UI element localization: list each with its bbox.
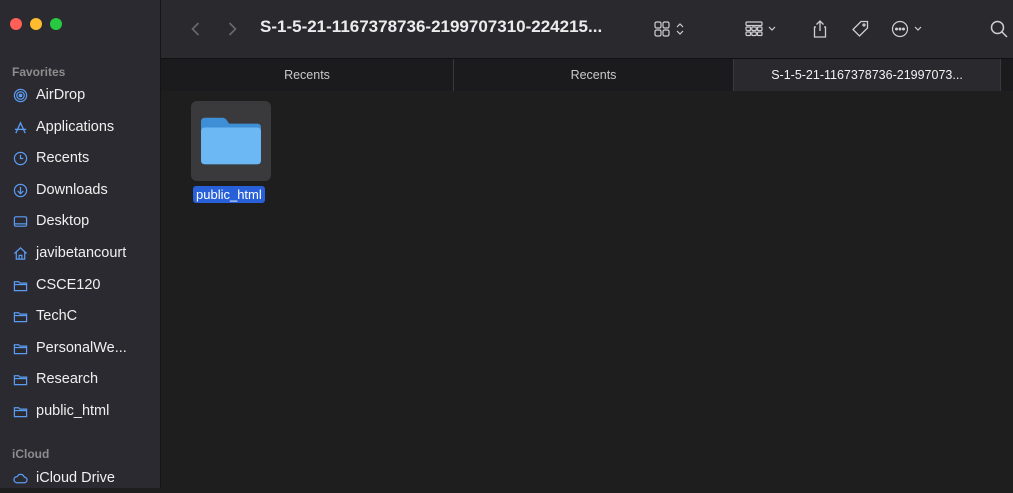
sidebar-item-recents[interactable]: Recents	[12, 143, 158, 173]
share-button[interactable]	[809, 18, 831, 40]
sidebar-item-label: javibetancourt	[36, 245, 127, 261]
more-actions-button[interactable]	[890, 18, 930, 40]
sidebar-item-label: TechC	[36, 308, 78, 324]
finder-window: Favorites AirDrop Applications Recents D…	[0, 0, 1013, 488]
sidebar-item-label: Desktop	[36, 213, 90, 229]
search-icon	[990, 20, 1008, 38]
desktop-icon	[12, 213, 28, 229]
sidebar-item-personalwe[interactable]: PersonalWe...	[12, 333, 158, 363]
folder-icon	[12, 277, 28, 293]
tab-current-folder[interactable]: S-1-5-21-1167378736-21997073...	[734, 59, 1001, 91]
view-mode-button[interactable]	[652, 18, 692, 40]
sidebar-item-label: Downloads	[36, 182, 108, 198]
folder-thumbnail[interactable]	[191, 101, 271, 181]
sidebar-item-applications[interactable]: Applications	[12, 112, 158, 142]
chevron-left-icon	[191, 22, 200, 36]
sidebar-item-label: Applications	[36, 119, 115, 135]
folder-item-public-html[interactable]: public_html	[191, 101, 273, 204]
download-icon	[12, 182, 28, 198]
sidebar-item-icloud-drive[interactable]: iCloud Drive	[12, 463, 158, 493]
file-browser-content: public_html	[161, 91, 1013, 488]
sidebar: Favorites AirDrop Applications Recents D…	[0, 0, 161, 488]
sidebar-item-label: CSCE120	[36, 277, 101, 293]
sidebar-item-label: Recents	[36, 150, 90, 166]
sidebar-item-public-html[interactable]: public_html	[12, 396, 158, 426]
sidebar-section-favorites: Favorites	[12, 65, 66, 79]
sidebar-item-techc[interactable]: TechC	[12, 301, 158, 331]
sidebar-item-label: AirDrop	[36, 87, 86, 103]
folder-icon	[12, 371, 28, 387]
sidebar-item-downloads[interactable]: Downloads	[12, 175, 158, 205]
folder-name-label[interactable]: public_html	[193, 186, 265, 203]
window-title: S-1-5-21-1167378736-2199707310-224215...	[260, 17, 603, 36]
sidebar-item-csce120[interactable]: CSCE120	[12, 270, 158, 300]
tab-bar: Recents Recents S-1-5-21-1167378736-2199…	[161, 58, 1013, 92]
toolbar: S-1-5-21-1167378736-2199707310-224215...	[161, 0, 1013, 58]
airdrop-icon	[12, 87, 28, 103]
folder-icon	[12, 403, 28, 419]
sidebar-item-desktop[interactable]: Desktop	[12, 206, 158, 236]
folder-icon	[12, 340, 28, 356]
sidebar-item-label: iCloud Drive	[36, 470, 115, 486]
folder-icon	[201, 117, 261, 165]
search-button[interactable]	[988, 18, 1010, 40]
window-controls	[10, 18, 62, 30]
tag-button[interactable]	[849, 18, 871, 40]
home-icon	[12, 245, 28, 261]
sidebar-item-label: public_html	[36, 403, 110, 419]
chevron-right-icon	[228, 22, 237, 36]
sidebar-item-airdrop[interactable]: AirDrop	[12, 80, 158, 110]
minimize-window-button[interactable]	[30, 18, 42, 30]
group-by-button[interactable]	[744, 18, 784, 40]
tag-icon	[852, 20, 869, 37]
clock-icon	[12, 150, 28, 166]
sidebar-section-icloud: iCloud	[12, 447, 50, 461]
tab-recents-1[interactable]: Recents	[161, 59, 454, 91]
sidebar-item-label: PersonalWe...	[36, 340, 127, 356]
close-window-button[interactable]	[10, 18, 22, 30]
sidebar-item-research[interactable]: Research	[12, 364, 158, 394]
share-icon	[813, 20, 827, 38]
tab-recents-2[interactable]: Recents	[454, 59, 734, 91]
new-tab-button[interactable]	[1001, 59, 1013, 91]
zoom-window-button[interactable]	[50, 18, 62, 30]
applications-icon	[12, 119, 28, 135]
forward-button[interactable]	[221, 18, 243, 40]
sidebar-item-home[interactable]: javibetancourt	[12, 238, 158, 268]
folder-icon	[12, 308, 28, 324]
back-button[interactable]	[185, 18, 207, 40]
group-icon	[745, 21, 776, 37]
sidebar-item-label: Research	[36, 371, 99, 387]
grid-view-icon	[654, 21, 684, 37]
ellipsis-circle-icon	[891, 20, 922, 38]
cloud-icon	[12, 470, 28, 486]
